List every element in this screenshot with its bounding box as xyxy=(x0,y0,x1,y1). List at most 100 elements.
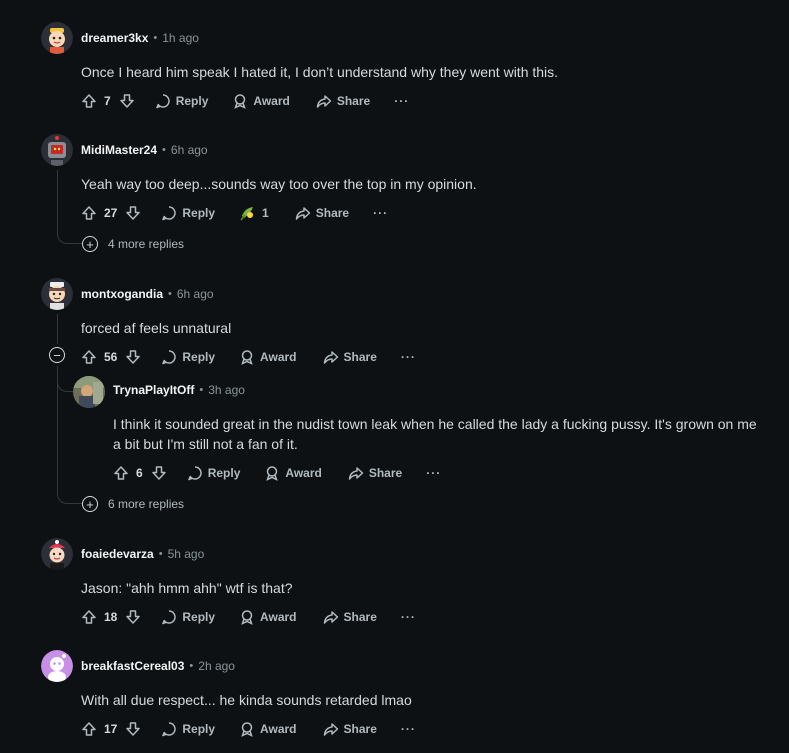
award-label: Award xyxy=(260,610,297,624)
share-icon xyxy=(316,95,332,108)
comment-meta: breakfastCereal03 • 2h ago xyxy=(81,657,235,675)
collapse-thread-button[interactable]: − xyxy=(49,347,65,363)
timestamp[interactable]: 3h ago xyxy=(208,383,245,397)
downvote-button[interactable] xyxy=(151,465,167,481)
comment-meta: TrynaPlayItOff • 3h ago xyxy=(113,381,245,399)
reply-label: Reply xyxy=(182,722,216,736)
award-button[interactable]: Award xyxy=(232,93,290,109)
share-button[interactable]: Share xyxy=(316,93,370,109)
more-options-button[interactable]: ··· xyxy=(401,610,416,624)
share-button[interactable]: Share xyxy=(295,205,349,221)
username[interactable]: breakfastCereal03 xyxy=(81,659,184,673)
username[interactable]: MidiMaster24 xyxy=(81,143,157,157)
downvote-icon xyxy=(126,610,141,624)
avatar[interactable] xyxy=(41,650,73,682)
award-button[interactable]: Award xyxy=(239,609,297,625)
award-icon xyxy=(241,350,253,365)
comment-meta: MidiMaster24 • 6h ago xyxy=(81,141,208,159)
vote-count: 56 xyxy=(104,350,118,364)
avatar[interactable] xyxy=(41,134,73,166)
share-label: Share xyxy=(315,206,350,220)
share-button[interactable]: Share xyxy=(348,465,402,481)
timestamp[interactable]: 6h ago xyxy=(177,287,214,301)
share-button[interactable]: Share xyxy=(323,349,377,365)
reply-button[interactable]: Reply xyxy=(161,609,215,625)
vote-count: 6 xyxy=(136,466,143,480)
reply-bubble-icon xyxy=(162,350,177,365)
share-button[interactable]: Share xyxy=(323,721,377,737)
user-avatar-icon xyxy=(73,376,105,408)
award-button[interactable]: Award xyxy=(264,465,322,481)
more-replies-button[interactable]: + 4 more replies xyxy=(82,234,184,254)
upvote-button[interactable] xyxy=(81,93,97,109)
award-button[interactable]: Award xyxy=(239,349,297,365)
thread-line xyxy=(57,314,58,344)
minus-circle-icon: − xyxy=(49,347,65,363)
vote-count: 7 xyxy=(104,94,111,108)
comment-body: With all due respect... he kinda sounds … xyxy=(81,692,412,708)
timestamp[interactable]: 1h ago xyxy=(162,31,199,45)
reply-button[interactable]: Reply xyxy=(161,349,215,365)
username[interactable]: dreamer3kx xyxy=(81,31,148,45)
timestamp[interactable]: 2h ago xyxy=(198,659,235,673)
upvote-icon xyxy=(82,610,96,624)
downvote-button[interactable] xyxy=(125,721,141,737)
more-options-button[interactable]: ··· xyxy=(373,206,388,220)
more-options-button[interactable]: ··· xyxy=(394,94,409,108)
timestamp[interactable]: 6h ago xyxy=(171,143,208,157)
separator-dot: • xyxy=(162,144,166,156)
reply-button[interactable]: Reply xyxy=(155,93,209,109)
share-label: Share xyxy=(343,610,377,624)
share-button[interactable]: Share xyxy=(323,609,377,625)
reply-button[interactable]: Reply xyxy=(161,205,215,221)
downvote-button[interactable] xyxy=(119,93,135,109)
upvote-button[interactable] xyxy=(113,465,129,481)
separator-dot: • xyxy=(168,288,172,300)
comment-body-line: a bit but I'm still not a fan of it. xyxy=(113,436,298,452)
reply-label: Reply xyxy=(207,466,241,480)
downvote-button[interactable] xyxy=(125,205,141,221)
avatar[interactable] xyxy=(41,22,73,54)
avatar[interactable] xyxy=(41,538,73,570)
upvote-button[interactable] xyxy=(81,609,97,625)
downvote-button[interactable] xyxy=(125,609,141,625)
share-label: Share xyxy=(343,722,377,736)
vote-count: 18 xyxy=(104,610,118,624)
thread-elbow xyxy=(57,228,83,244)
reply-button[interactable]: Reply xyxy=(161,721,215,737)
separator-dot: • xyxy=(158,548,163,560)
upvote-button[interactable] xyxy=(81,349,97,365)
more-options-button[interactable]: ··· xyxy=(401,350,416,364)
timestamp[interactable]: 5h ago xyxy=(168,547,205,561)
award-button[interactable]: Award xyxy=(239,721,297,737)
more-replies-label: 6 more replies xyxy=(108,497,185,511)
comment-actions: 6 Reply Award Share ··· xyxy=(113,461,441,485)
reply-button[interactable]: Reply xyxy=(187,465,241,481)
more-replies-button[interactable]: + 6 more replies xyxy=(82,494,184,514)
comment-actions: 17 Reply Award Share ··· xyxy=(81,717,416,741)
upvote-button[interactable] xyxy=(81,721,97,737)
reply-label: Reply xyxy=(182,206,216,220)
username[interactable]: montxogandia xyxy=(81,287,163,301)
share-icon xyxy=(323,723,338,736)
more-replies-label: 4 more replies xyxy=(108,237,185,251)
comment-body: I think it sounded great in the nudist t… xyxy=(113,414,757,454)
reply-bubble-icon xyxy=(162,206,177,221)
award-button[interactable]: 1 xyxy=(239,204,269,222)
username[interactable]: TrynaPlayItOff xyxy=(113,383,194,397)
award-label: Award xyxy=(285,466,322,480)
more-options-button[interactable]: ··· xyxy=(401,722,416,736)
share-label: Share xyxy=(368,466,403,480)
username[interactable]: foaiedevarza xyxy=(81,547,154,561)
avatar[interactable] xyxy=(73,376,105,408)
reply-label: Reply xyxy=(175,94,209,108)
separator-dot: • xyxy=(153,32,158,44)
share-label: Share xyxy=(336,94,371,108)
more-options-button[interactable]: ··· xyxy=(426,466,441,480)
downvote-button[interactable] xyxy=(125,349,141,365)
upvote-button[interactable] xyxy=(81,205,97,221)
award-icon xyxy=(241,610,253,625)
vote-count: 27 xyxy=(104,206,118,220)
award-label: Award xyxy=(260,350,297,364)
avatar[interactable] xyxy=(41,278,73,310)
